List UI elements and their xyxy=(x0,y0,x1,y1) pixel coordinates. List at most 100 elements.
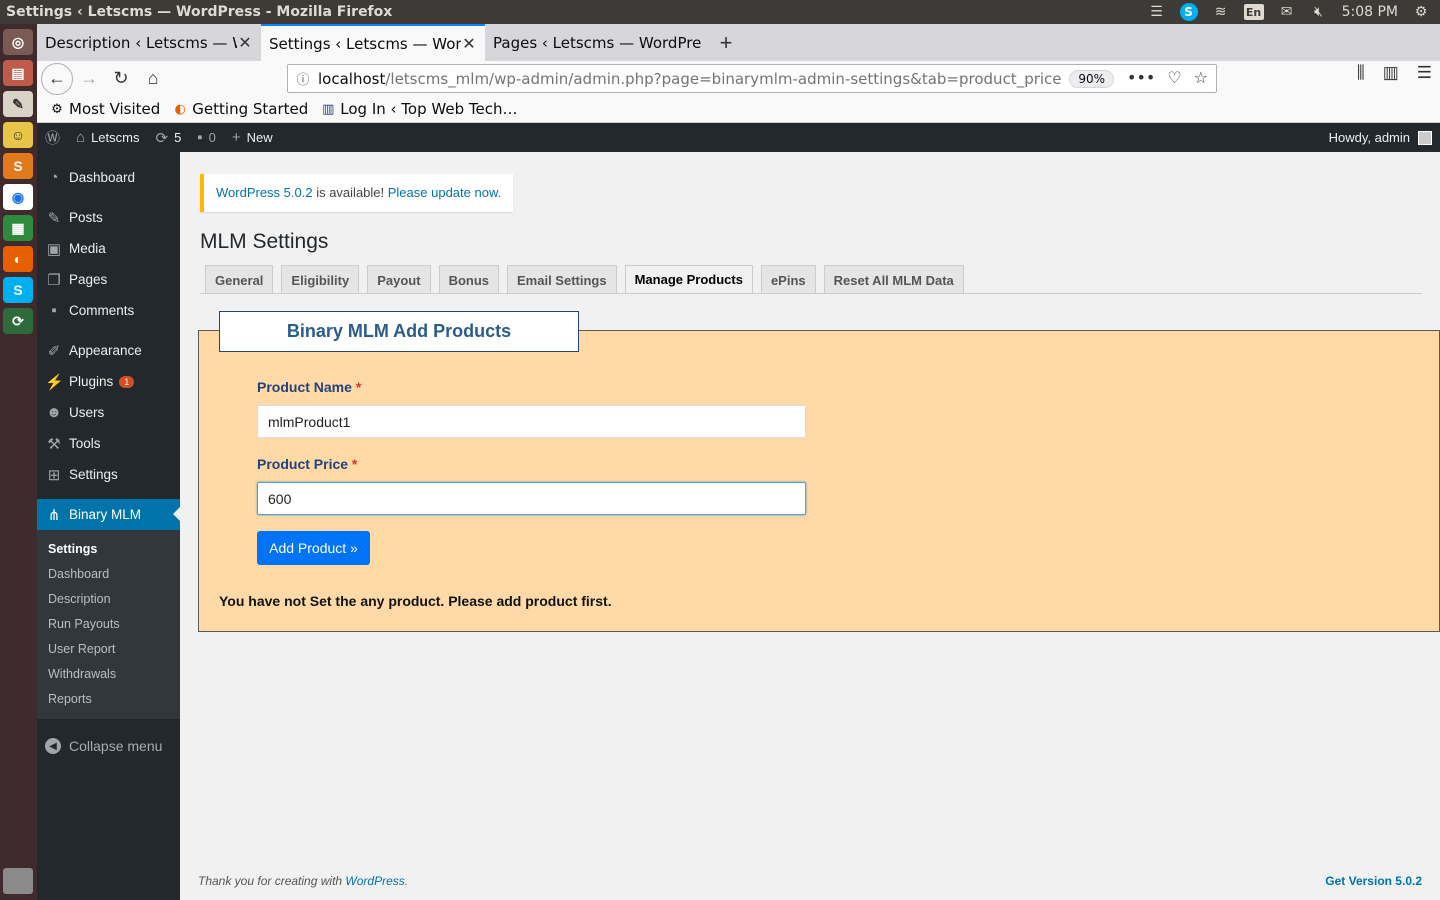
pocket-icon[interactable]: ♡ xyxy=(1167,68,1181,87)
volume-muted-icon[interactable]: 🔇︎ xyxy=(1310,4,1328,20)
my-account-link[interactable]: Howdy, admin xyxy=(1329,130,1440,145)
browser-nav-bar: ← → ↻ ⌂ ⓘ localhost/letscms_mlm/wp-admin… xyxy=(37,61,1440,96)
files-app-icon[interactable]: ▤ xyxy=(3,60,33,86)
bookmark-most-visited[interactable]: ⚙ Most Visited xyxy=(49,100,160,118)
sidebar-item-media[interactable]: ▣ Media xyxy=(37,233,180,264)
wordpress-version-link[interactable]: WordPress 5.0.2 xyxy=(216,185,313,200)
tab-epins[interactable]: ePins xyxy=(760,265,816,294)
messaging-icon[interactable]: ☰ xyxy=(1148,4,1166,20)
submenu-item-withdrawals[interactable]: Withdrawals xyxy=(37,661,180,686)
sidebar-toggle-icon[interactable]: ▥ xyxy=(1383,63,1399,83)
software-updater-icon[interactable]: ⟳ xyxy=(3,308,33,334)
forward-arrow-icon[interactable]: → xyxy=(73,63,105,95)
wordpress-logo-icon[interactable]: Ⓦ xyxy=(37,123,68,152)
library-icon[interactable]: ⫼ xyxy=(1357,63,1365,83)
new-content-link[interactable]: + New xyxy=(224,123,281,152)
system-tray: ☰ S ≋ En ✉ 🔇︎ 5:08 PM ⚙ xyxy=(1148,3,1440,21)
sublime-text-icon[interactable]: S xyxy=(3,153,33,179)
binary-mlm-submenu: Settings Dashboard Description Run Payou… xyxy=(37,530,180,719)
pages-icon: ❐ xyxy=(47,271,61,289)
home-icon[interactable]: ⌂ xyxy=(137,63,169,95)
updates-link[interactable]: ⟳ 5 xyxy=(147,123,189,152)
close-tab-icon[interactable]: ✕ xyxy=(461,34,477,53)
mail-icon[interactable]: ✉ xyxy=(1278,4,1296,20)
sidebar-item-posts[interactable]: ✎ Posts xyxy=(37,202,180,233)
keyboard-layout-indicator[interactable]: En xyxy=(1243,4,1264,20)
tab-email-settings[interactable]: Email Settings xyxy=(507,265,617,294)
submenu-item-user-report[interactable]: User Report xyxy=(37,636,180,661)
panel-legend: Binary MLM Add Products xyxy=(219,311,579,352)
tab-manage-products[interactable]: Manage Products xyxy=(624,265,753,294)
tab-reset-all-mlm-data[interactable]: Reset All MLM Data xyxy=(823,265,964,294)
no-products-message: You have not Set the any product. Please… xyxy=(219,593,612,609)
sidebar-item-pages[interactable]: ❐ Pages xyxy=(37,264,180,295)
sidebar-item-dashboard[interactable]: ◔ Dashboard xyxy=(37,162,180,193)
settings-gear-icon[interactable]: ⚙ xyxy=(1412,4,1430,20)
plugins-update-badge: 1 xyxy=(119,375,135,388)
site-name-link[interactable]: ⌂ Letscms xyxy=(68,123,147,152)
sidebar-item-comments[interactable]: ▪ Comments xyxy=(37,295,180,326)
gimp-icon[interactable]: ☺ xyxy=(3,122,33,148)
tabs-divider xyxy=(200,293,1422,294)
browser-tab[interactable]: Description ‹ Letscms — Wo ✕ xyxy=(37,24,261,61)
sidebar-item-plugins[interactable]: ⚡ Plugins 1 xyxy=(37,366,180,397)
sidebar-item-settings[interactable]: ⊞ Settings xyxy=(37,459,180,490)
page-actions-icon[interactable]: ••• xyxy=(1127,68,1155,87)
update-notice: WordPress 5.0.2 is available! Please upd… xyxy=(200,174,514,212)
submenu-item-reports[interactable]: Reports xyxy=(37,686,180,711)
site-info-icon[interactable]: ⓘ xyxy=(288,69,318,88)
url-bar[interactable]: ⓘ localhost/letscms_mlm/wp-admin/admin.p… xyxy=(287,64,1217,93)
collapse-menu-button[interactable]: ◀ Collapse menu xyxy=(37,729,180,763)
trash-icon[interactable] xyxy=(3,868,33,894)
skype-tray-icon[interactable]: S xyxy=(1179,3,1198,21)
tab-general[interactable]: General xyxy=(205,265,274,294)
new-tab-icon[interactable]: + xyxy=(709,24,743,61)
submenu-item-run-payouts[interactable]: Run Payouts xyxy=(37,611,180,636)
firefox-icon[interactable]: ◐ xyxy=(3,246,33,272)
skype-icon[interactable]: S xyxy=(3,277,33,303)
product-price-input[interactable]: 600 xyxy=(257,482,806,515)
bookmark-star-icon[interactable]: ☆ xyxy=(1194,68,1208,87)
wifi-icon[interactable]: ≋ xyxy=(1212,4,1230,20)
site-favicon-icon: ▥ xyxy=(322,101,335,117)
ubuntu-dash-icon[interactable]: ◎ xyxy=(3,29,33,55)
plugin-icon: ⚡ xyxy=(45,373,64,391)
hamburger-menu-icon[interactable]: ☰ xyxy=(1417,63,1432,83)
spreadsheet-icon[interactable]: ▦ xyxy=(3,215,33,241)
collapse-arrow-icon: ◀ xyxy=(45,738,61,754)
gear-icon: ⚙ xyxy=(51,101,63,117)
chrome-icon[interactable]: ◉ xyxy=(3,184,33,210)
wordpress-link[interactable]: WordPress xyxy=(345,874,404,888)
add-products-panel xyxy=(198,330,1440,632)
zoom-indicator[interactable]: 90% xyxy=(1069,70,1114,88)
tab-payout[interactable]: Payout xyxy=(367,265,431,294)
required-mark: * xyxy=(355,379,362,395)
comments-link[interactable]: ▪ 0 xyxy=(189,123,224,152)
tab-bonus[interactable]: Bonus xyxy=(438,265,500,294)
product-name-input[interactable]: mlmProduct1 xyxy=(257,405,806,438)
reload-icon[interactable]: ↻ xyxy=(105,63,137,95)
tab-eligibility[interactable]: Eligibility xyxy=(281,265,360,294)
footer-version-link[interactable]: Get Version 5.0.2 xyxy=(1325,874,1422,888)
users-icon: ☻ xyxy=(46,404,62,421)
wp-admin-sidebar: ◔ Dashboard ✎ Posts ▣ Media ❐ Pages ▪ Co… xyxy=(37,152,180,900)
browser-tab-active[interactable]: Settings ‹ Letscms — WordP ✕ xyxy=(261,24,485,61)
submenu-item-settings[interactable]: Settings xyxy=(37,536,180,561)
bookmark-log-in[interactable]: ▥ Log In ‹ Top Web Tech… xyxy=(320,100,517,118)
sidebar-item-tools[interactable]: ⚒ Tools xyxy=(37,428,180,459)
bookmark-getting-started[interactable]: ◐ Getting Started xyxy=(172,100,309,118)
close-tab-icon[interactable]: ✕ xyxy=(237,33,253,52)
back-arrow-icon[interactable]: ← xyxy=(41,62,73,95)
update-now-link[interactable]: Please update now. xyxy=(388,185,501,200)
text-editor-icon[interactable]: ✎ xyxy=(3,91,33,117)
sidebar-item-users[interactable]: ☻ Users xyxy=(37,397,180,428)
submenu-item-dashboard[interactable]: Dashboard xyxy=(37,561,180,586)
clock[interactable]: 5:08 PM xyxy=(1342,4,1398,20)
media-icon: ▣ xyxy=(46,240,62,258)
page-title: MLM Settings xyxy=(200,230,329,253)
sidebar-item-appearance[interactable]: ✐ Appearance xyxy=(37,335,180,366)
add-product-button[interactable]: Add Product » xyxy=(257,531,370,565)
browser-tab[interactable]: Pages ‹ Letscms — WordPre xyxy=(485,24,709,61)
sidebar-item-binary-mlm[interactable]: ⋔ Binary MLM xyxy=(37,499,180,530)
submenu-item-description[interactable]: Description xyxy=(37,586,180,611)
